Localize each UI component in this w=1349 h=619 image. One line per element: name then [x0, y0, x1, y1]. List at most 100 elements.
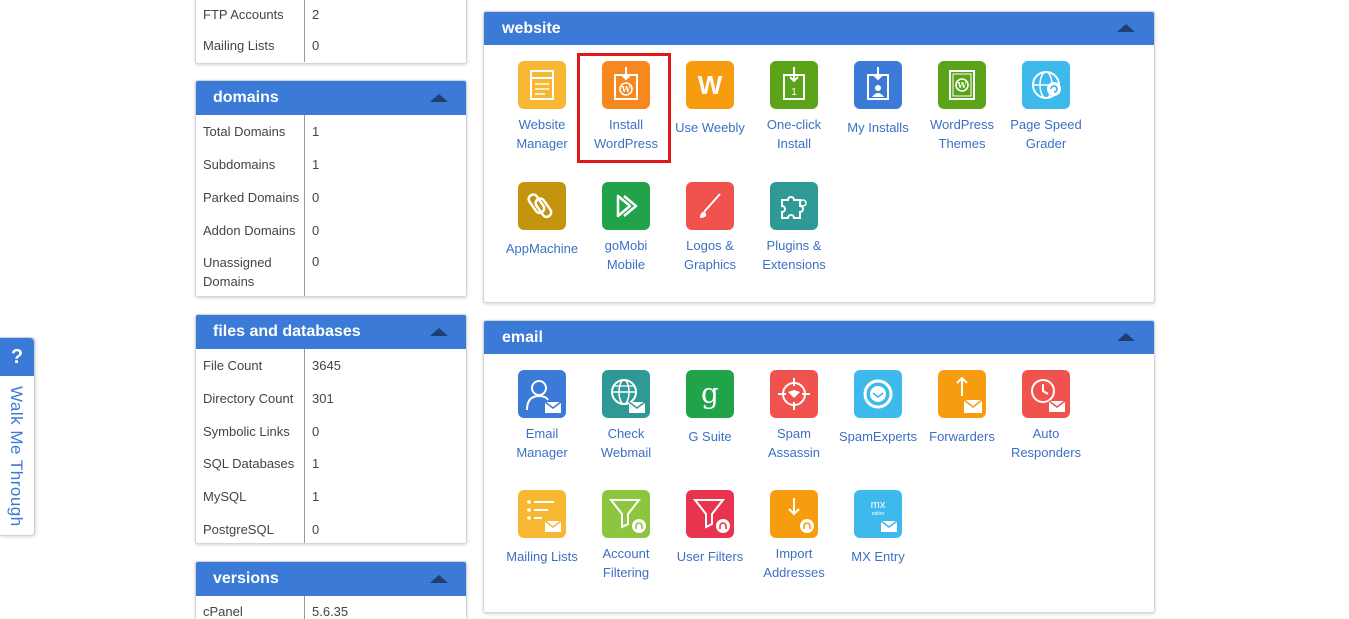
files-databases-box: files and databases File Count 3645 Dire…: [195, 314, 467, 544]
plugins-extensions-tile[interactable]: Plugins & Extensions: [752, 182, 836, 274]
mailing-lists-icon: [518, 490, 566, 538]
weebly-glyph: W: [698, 70, 723, 100]
tile-label: SpamExperts: [838, 429, 918, 444]
tile-label: Import Addresses: [763, 546, 825, 580]
mx-entry-icon-text: mx: [871, 499, 886, 511]
tile-label: User Filters: [676, 549, 744, 564]
stat-value: 1: [312, 456, 320, 471]
stat-row: MySQL 1: [196, 480, 466, 513]
gomobi-icon: [602, 182, 650, 230]
stat-value: 0: [312, 223, 320, 238]
wordpress-themes-tile[interactable]: W WordPress Themes: [920, 61, 1004, 153]
import-addresses-icon: [770, 490, 818, 538]
spam-assassin-tile[interactable]: Spam Assassin: [752, 370, 836, 462]
email-panel: email Email Manager Check Webmail g G Su…: [483, 320, 1155, 613]
stat-label: Directory Count: [196, 382, 305, 415]
files-databases-box-header[interactable]: files and databases: [196, 315, 466, 349]
use-weebly-tile[interactable]: W Use Weebly: [668, 61, 752, 137]
stat-value: 2: [312, 7, 320, 22]
user-filters-tile[interactable]: User Filters: [668, 490, 752, 566]
tile-label: Auto Responders: [1010, 426, 1082, 460]
stat-label: Total Domains: [196, 115, 305, 148]
stat-label: PostgreSQL: [196, 513, 305, 543]
stat-value: 1: [312, 489, 320, 504]
stat-value: 0: [312, 522, 320, 537]
my-installs-tile[interactable]: My Installs: [836, 61, 920, 137]
files-databases-box-title: files and databases: [213, 323, 361, 340]
versions-box: versions cPanel 5.6.35: [195, 561, 467, 619]
website-manager-tile[interactable]: Website Manager: [500, 61, 584, 153]
stat-label: cPanel: [196, 596, 305, 619]
domains-box-title: domains: [213, 89, 279, 106]
stat-value: 1: [312, 124, 320, 139]
tile-label: goMobi Mobile: [604, 238, 648, 272]
gomobi-mobile-tile[interactable]: goMobi Mobile: [584, 182, 668, 274]
tile-label: Spam Assassin: [767, 426, 821, 460]
website-manager-icon: [518, 61, 566, 109]
website-panel-header[interactable]: website: [484, 12, 1154, 45]
email-manager-tile[interactable]: Email Manager: [500, 370, 584, 462]
appmachine-icon: [518, 182, 566, 230]
versions-box-header[interactable]: versions: [196, 562, 466, 596]
walk-me-through-tab[interactable]: ? Walk Me Through: [0, 337, 35, 536]
tile-label: Page Speed Grader: [1010, 117, 1082, 151]
one-click-install-tile[interactable]: 1 One-click Install: [752, 61, 836, 153]
mx-entry-tile[interactable]: mx editor MX Entry: [836, 490, 920, 566]
check-webmail-tile[interactable]: Check Webmail: [584, 370, 668, 462]
stat-label: SQL Databases: [196, 447, 305, 480]
logos-graphics-icon: [686, 182, 734, 230]
collapse-caret-icon[interactable]: [1117, 333, 1135, 341]
collapse-caret-icon[interactable]: [430, 94, 448, 102]
g-suite-tile[interactable]: g G Suite: [668, 370, 752, 446]
stat-value: 0: [312, 254, 320, 269]
mailing-lists-tile[interactable]: Mailing Lists: [500, 490, 584, 566]
stat-row: Symbolic Links 0: [196, 415, 466, 447]
plugins-icon: [770, 182, 818, 230]
collapse-caret-icon[interactable]: [430, 328, 448, 336]
auto-responders-tile[interactable]: Auto Responders: [1004, 370, 1088, 462]
user-filters-icon: [686, 490, 734, 538]
stat-value: 0: [312, 190, 320, 205]
stat-value: 5.6.35: [312, 603, 349, 619]
stat-row: SQL Databases 1: [196, 447, 466, 480]
mx-entry-icon-subtext: editor: [872, 511, 885, 517]
collapse-caret-icon[interactable]: [1117, 24, 1135, 32]
svg-text:1: 1: [791, 87, 797, 98]
import-addresses-tile[interactable]: Import Addresses: [752, 490, 836, 582]
logos-graphics-tile[interactable]: Logos & Graphics: [668, 182, 752, 274]
mx-entry-icon: mx editor: [854, 490, 902, 538]
account-filtering-icon: [602, 490, 650, 538]
tile-label: Plugins & Extensions: [762, 238, 826, 272]
forwarders-tile[interactable]: Forwarders: [920, 370, 1004, 446]
tile-label: Email Manager: [516, 426, 568, 460]
stat-label: File Count: [196, 349, 305, 382]
stat-value: 1: [312, 157, 320, 172]
help-icon: ?: [0, 338, 34, 376]
stat-label: Mailing Lists: [196, 29, 305, 62]
tile-label: Check Webmail: [600, 426, 652, 460]
email-manager-icon: [518, 370, 566, 418]
appmachine-tile[interactable]: AppMachine: [500, 182, 584, 258]
stat-row: File Count 3645: [196, 349, 466, 382]
spamexperts-icon: [854, 370, 902, 418]
email-panel-title: email: [502, 329, 543, 346]
stat-row: Unassigned Domains 0: [196, 247, 466, 296]
webmail-icon: [602, 370, 650, 418]
domains-box-header[interactable]: domains: [196, 81, 466, 115]
collapse-caret-icon[interactable]: [430, 575, 448, 583]
stat-row: cPanel 5.6.35: [196, 596, 466, 619]
versions-box-title: versions: [213, 570, 279, 587]
email-panel-header[interactable]: email: [484, 321, 1154, 354]
spamexperts-tile[interactable]: SpamExperts: [836, 370, 920, 446]
wordpress-themes-icon: W: [938, 61, 986, 109]
svg-text:W: W: [957, 80, 968, 90]
account-filtering-tile[interactable]: Account Filtering: [584, 490, 668, 582]
stat-label: Subdomains: [196, 148, 305, 181]
stat-row: FTP Accounts 2: [196, 0, 466, 29]
tile-label: Use Weebly: [675, 120, 745, 135]
tile-label: G Suite: [688, 429, 732, 444]
tile-label: My Installs: [847, 120, 909, 135]
page-speed-grader-tile[interactable]: Page Speed Grader: [1004, 61, 1088, 153]
g-suite-icon: g: [686, 370, 734, 418]
stat-value: 301: [312, 391, 334, 406]
